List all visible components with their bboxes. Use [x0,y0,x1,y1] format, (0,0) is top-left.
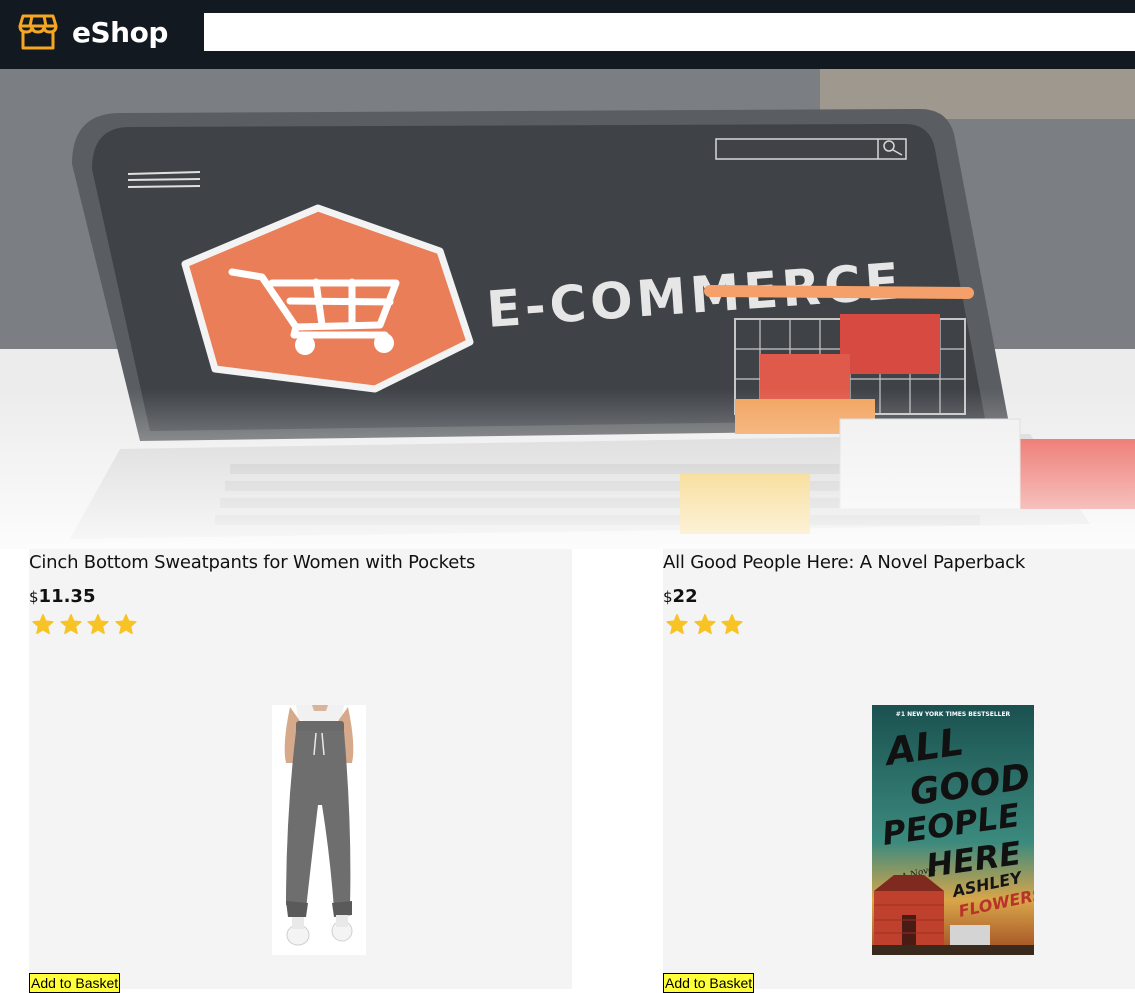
star-icon [32,614,54,635]
product-title[interactable]: All Good People Here: A Novel Paperback [663,552,1025,573]
book-cover-image: #1 NEW YORK TIMES BESTSELLER ALL GOOD PE… [872,705,1034,955]
star-icon [721,614,743,635]
star-icon [693,614,716,635]
logo-text: eShop [72,15,168,49]
price-amount: 22 [672,586,698,607]
search-input[interactable] [204,13,1135,51]
sweatpants-image [272,705,366,955]
price-amount: 11.35 [38,586,96,607]
hero-fade [0,389,1135,549]
storefront-icon [18,14,58,50]
add-to-basket-button[interactable]: Add to Basket [663,973,755,993]
star-icon [87,614,109,635]
top-nav: eShop [0,0,1135,69]
currency-symbol: $ [29,588,39,606]
hero-banner: E-COMMERCE [0,69,1135,549]
product-price: $22 [663,586,698,607]
product-title[interactable]: Cinch Bottom Sweatpants for Women with P… [29,552,475,573]
product-image-book: #1 NEW YORK TIMES BESTSELLER ALL GOOD PE… [872,705,1034,955]
star-icon [59,614,82,635]
star-icon [666,614,688,635]
product-rating [31,613,141,636]
product-price: $11.35 [29,586,95,607]
star-icon [114,614,137,635]
product-card: Cinch Bottom Sweatpants for Women with P… [29,549,572,993]
product-card: All Good People Here: A Novel Paperback … [663,549,1135,993]
product-image-sweatpants [272,705,366,955]
product-rating [665,613,748,636]
currency-symbol: $ [663,588,673,606]
add-to-basket-button[interactable]: Add to Basket [29,973,121,993]
book-tagline: #1 NEW YORK TIMES BESTSELLER [896,711,1011,718]
home-logo-link[interactable]: eShop [18,12,168,52]
